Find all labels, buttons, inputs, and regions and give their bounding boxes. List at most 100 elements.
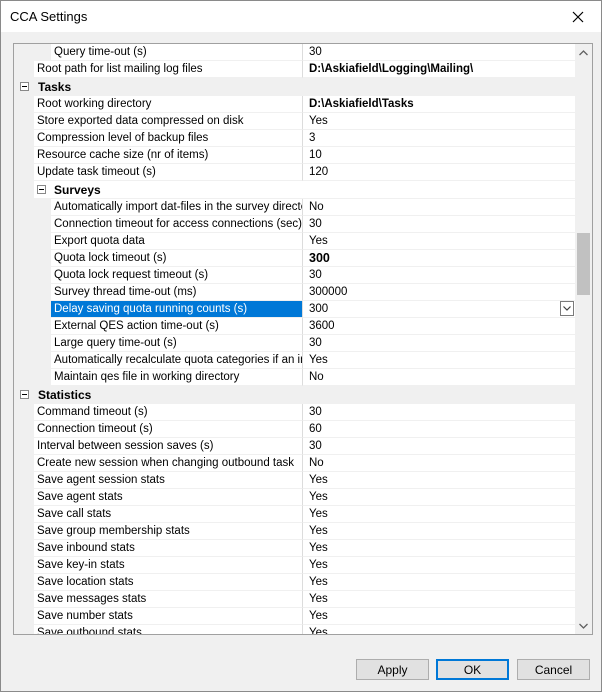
property-name[interactable]: Delay saving quota running counts (s) [51, 301, 303, 318]
property-value[interactable]: Yes [303, 574, 575, 591]
apply-button[interactable]: Apply [356, 659, 429, 680]
property-name[interactable]: Update task timeout (s) [34, 164, 303, 181]
value-dropdown-button[interactable] [560, 301, 574, 316]
property-value[interactable]: 300 [303, 250, 575, 267]
property-value[interactable]: No [303, 369, 575, 386]
scrollbar-thumb[interactable] [577, 233, 590, 295]
property-row[interactable]: Save group membership stats Yes [14, 523, 575, 540]
property-value[interactable]: 30 [303, 438, 575, 455]
property-name[interactable]: Query time-out (s) [51, 44, 303, 61]
property-value[interactable]: Yes [303, 233, 575, 250]
scroll-down-button[interactable] [575, 617, 592, 634]
property-name[interactable]: Save key-in stats [34, 557, 303, 574]
property-name[interactable]: Automatically recalculate quota categori… [51, 352, 303, 369]
property-row[interactable]: Create new session when changing outboun… [14, 455, 575, 472]
ok-button[interactable]: OK [436, 659, 509, 680]
property-row[interactable]: Maintain qes file in working directory No [14, 369, 575, 386]
property-name[interactable]: Compression level of backup files [34, 130, 303, 147]
property-value[interactable]: 10 [303, 147, 575, 164]
minus-icon[interactable] [37, 185, 46, 194]
property-name[interactable]: Save messages stats [34, 591, 303, 608]
property-row[interactable]: Large query time-out (s) 30 [14, 335, 575, 352]
property-name[interactable]: Survey thread time-out (ms) [51, 284, 303, 301]
property-row[interactable]: Save outbound stats Yes [14, 625, 575, 634]
property-name[interactable]: Root path for list mailing log files [34, 61, 303, 78]
property-value[interactable]: 300000 [303, 284, 575, 301]
property-value[interactable]: Yes [303, 523, 575, 540]
property-name[interactable]: Connection timeout (s) [34, 421, 303, 438]
property-name[interactable]: Store exported data compressed on disk [34, 113, 303, 130]
property-value[interactable]: Yes [303, 506, 575, 523]
property-value[interactable]: Yes [303, 113, 575, 130]
minus-icon[interactable] [20, 390, 29, 399]
property-value[interactable]: 30 [303, 404, 575, 421]
property-value[interactable]: 60 [303, 421, 575, 438]
property-row[interactable]: Update task timeout (s) 120 [14, 164, 575, 181]
property-row[interactable]: Resource cache size (nr of items) 10 [14, 147, 575, 164]
property-row[interactable]: Root path for list mailing log files D:\A… [14, 61, 575, 78]
property-row[interactable]: Save agent session stats Yes [14, 472, 575, 489]
category-row[interactable]: Tasks [14, 78, 575, 96]
property-name[interactable]: Save outbound stats [34, 625, 303, 634]
property-value[interactable]: 120 [303, 164, 575, 181]
property-row[interactable]: Query time-out (s) 30 [14, 44, 575, 61]
property-name[interactable]: Resource cache size (nr of items) [34, 147, 303, 164]
property-row[interactable]: Compression level of backup files 3 [14, 130, 575, 147]
property-row[interactable]: Quota lock request timeout (s) 30 [14, 267, 575, 284]
property-name[interactable]: Save agent session stats [34, 472, 303, 489]
property-row[interactable]: Root working directory D:\Askiafield\Task… [14, 96, 575, 113]
property-value[interactable]: Yes [303, 352, 575, 369]
property-value[interactable]: Yes [303, 540, 575, 557]
property-row[interactable]: Save inbound stats Yes [14, 540, 575, 557]
property-row[interactable]: Automatically import dat-files in the su… [14, 199, 575, 216]
property-value[interactable]: 30 [303, 44, 575, 61]
property-value[interactable]: D:\Askiafield\Tasks [303, 96, 575, 113]
property-row[interactable]: Interval between session saves (s) 30 [14, 438, 575, 455]
property-value[interactable]: Yes [303, 591, 575, 608]
property-row[interactable]: Automatically recalculate quota categori… [14, 352, 575, 369]
property-name[interactable]: Save call stats [34, 506, 303, 523]
property-value[interactable]: 30 [303, 335, 575, 352]
property-value[interactable]: No [303, 199, 575, 216]
property-name[interactable]: Automatically import dat-files in the su… [51, 199, 303, 216]
property-value[interactable]: Yes [303, 472, 575, 489]
property-row[interactable]: External QES action time-out (s) 3600 [14, 318, 575, 335]
property-row[interactable]: Connection timeout (s) 60 [14, 421, 575, 438]
property-row[interactable]: Save messages stats Yes [14, 591, 575, 608]
property-row[interactable]: Save number stats Yes [14, 608, 575, 625]
property-value[interactable]: 30 [303, 267, 575, 284]
property-name[interactable]: Root working directory [34, 96, 303, 113]
property-value[interactable]: 3 [303, 130, 575, 147]
property-row[interactable]: Command timeout (s) 30 [14, 404, 575, 421]
scroll-up-button[interactable] [575, 44, 592, 61]
property-value[interactable]: 30 [303, 216, 575, 233]
property-row[interactable]: Export quota data Yes [14, 233, 575, 250]
property-name[interactable]: Save inbound stats [34, 540, 303, 557]
property-value[interactable]: Yes [303, 557, 575, 574]
property-row[interactable]: Delay saving quota running counts (s) 300 [14, 301, 575, 318]
property-row[interactable]: Save location stats Yes [14, 574, 575, 591]
property-name[interactable]: Create new session when changing outboun… [34, 455, 303, 472]
cancel-button[interactable]: Cancel [517, 659, 590, 680]
property-name[interactable]: Connection timeout for access connection… [51, 216, 303, 233]
property-name[interactable]: Save agent stats [34, 489, 303, 506]
property-name[interactable]: Maintain qes file in working directory [51, 369, 303, 386]
category-row[interactable]: Statistics [14, 386, 575, 404]
property-value[interactable]: Yes [303, 625, 575, 634]
property-name[interactable]: Large query time-out (s) [51, 335, 303, 352]
property-row[interactable]: Save agent stats Yes [14, 489, 575, 506]
property-row[interactable]: Save call stats Yes [14, 506, 575, 523]
property-name[interactable]: Export quota data [51, 233, 303, 250]
property-name[interactable]: Quota lock timeout (s) [51, 250, 303, 267]
property-name[interactable]: Quota lock request timeout (s) [51, 267, 303, 284]
minus-icon[interactable] [20, 82, 29, 91]
property-name[interactable]: Save number stats [34, 608, 303, 625]
property-name[interactable]: Save location stats [34, 574, 303, 591]
property-row[interactable]: Store exported data compressed on disk Ye… [14, 113, 575, 130]
property-row[interactable]: Connection timeout for access connection… [14, 216, 575, 233]
property-value[interactable]: No [303, 455, 575, 472]
property-row[interactable]: Quota lock timeout (s) 300 [14, 250, 575, 267]
subcategory-row[interactable]: Surveys [14, 181, 575, 199]
property-value[interactable]: 300 [303, 301, 575, 318]
property-row[interactable]: Save key-in stats Yes [14, 557, 575, 574]
